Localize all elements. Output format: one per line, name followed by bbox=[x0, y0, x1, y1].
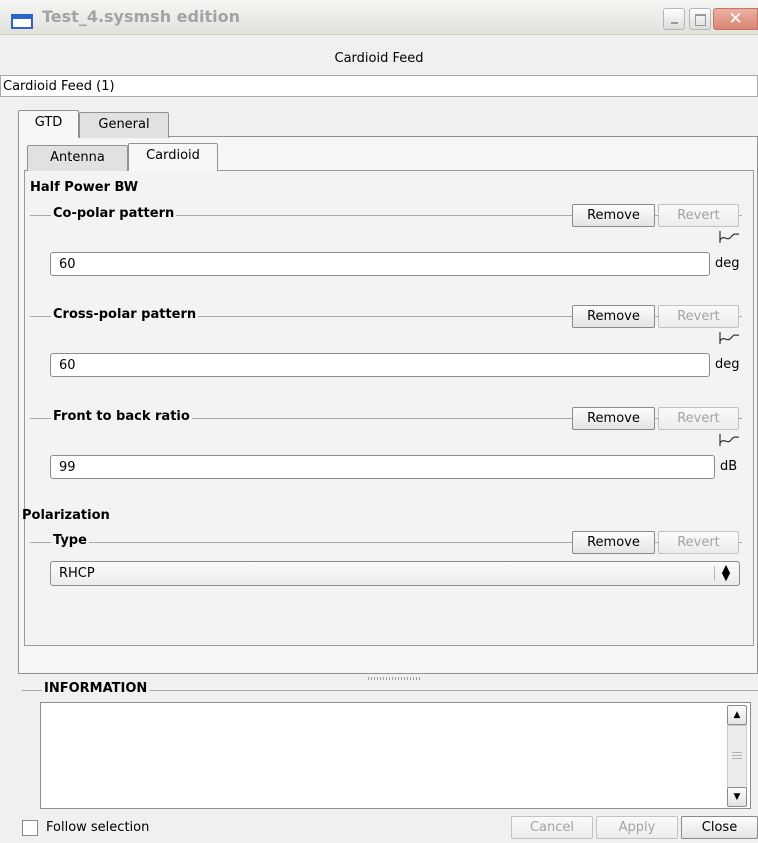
maximize-button[interactable] bbox=[689, 8, 711, 30]
co-polar-unit: deg bbox=[715, 256, 740, 271]
half-power-bw-title: Half Power BW bbox=[30, 180, 139, 195]
cross-polar-input[interactable]: 60 bbox=[50, 353, 710, 377]
type-remove-button[interactable]: Remove bbox=[572, 531, 655, 554]
co-polar-input[interactable]: 60 bbox=[50, 252, 710, 276]
arrow-up-icon: ▲ bbox=[733, 710, 741, 720]
tab-general[interactable]: General bbox=[79, 112, 169, 138]
follow-selection-checkbox[interactable] bbox=[22, 820, 38, 836]
window-title: Test_4.sysmsh edition bbox=[42, 7, 240, 26]
co-polar-label: Co-polar pattern bbox=[51, 206, 177, 221]
curve-icon[interactable] bbox=[718, 331, 740, 345]
cancel-button[interactable]: Cancel bbox=[511, 816, 593, 839]
scrollbar-thumb[interactable] bbox=[727, 725, 747, 790]
scroll-up-button[interactable]: ▲ bbox=[727, 705, 747, 725]
splitter-handle[interactable] bbox=[368, 677, 422, 680]
cross-polar-unit: deg bbox=[715, 357, 740, 372]
scroll-down-button[interactable]: ▼ bbox=[727, 787, 747, 807]
title-bar[interactable]: Test_4.sysmsh edition ✕ bbox=[0, 0, 758, 35]
cross-polar-label: Cross-polar pattern bbox=[51, 307, 199, 322]
minimize-button[interactable] bbox=[663, 8, 685, 30]
cross-polar-revert-button[interactable]: Revert bbox=[658, 305, 739, 328]
feed-header-title: Cardioid Feed bbox=[334, 51, 424, 66]
cross-polar-remove-button[interactable]: Remove bbox=[572, 305, 655, 328]
grip-line bbox=[732, 758, 742, 759]
grip-line bbox=[732, 752, 742, 753]
close-window-button[interactable]: ✕ bbox=[713, 8, 758, 30]
front-to-back-remove-button[interactable]: Remove bbox=[572, 407, 655, 430]
tab-antenna[interactable]: Antenna bbox=[27, 145, 128, 171]
curve-icon[interactable] bbox=[718, 230, 740, 244]
arrow-down-icon: ▼ bbox=[733, 792, 741, 802]
close-icon: ✕ bbox=[728, 9, 743, 29]
curve-icon[interactable] bbox=[718, 433, 740, 447]
polarization-type-select[interactable]: RHCP ▲ ▼ bbox=[50, 561, 740, 586]
close-button[interactable]: Close bbox=[681, 816, 758, 839]
tab-gtd[interactable]: GTD bbox=[18, 110, 79, 138]
minimize-icon bbox=[670, 22, 678, 24]
polarization-type-value: RHCP bbox=[59, 566, 95, 581]
type-label: Type bbox=[51, 533, 89, 548]
front-to-back-revert-button[interactable]: Revert bbox=[658, 407, 739, 430]
follow-selection-label: Follow selection bbox=[46, 820, 150, 835]
type-revert-button[interactable]: Revert bbox=[658, 531, 739, 554]
front-to-back-label: Front to back ratio bbox=[51, 409, 192, 424]
front-to-back-input[interactable]: 99 bbox=[50, 455, 715, 479]
co-polar-revert-button[interactable]: Revert bbox=[658, 204, 739, 227]
co-polar-remove-button[interactable]: Remove bbox=[572, 204, 655, 227]
maximize-icon bbox=[694, 14, 706, 26]
grip-line bbox=[732, 755, 742, 756]
feed-name-field[interactable]: Cardioid Feed (1) bbox=[0, 75, 758, 97]
information-textarea[interactable] bbox=[40, 702, 751, 809]
window-icon bbox=[11, 14, 33, 29]
front-to-back-unit: dB bbox=[720, 459, 738, 474]
information-title: INFORMATION bbox=[42, 681, 150, 696]
select-divider bbox=[714, 566, 715, 581]
polarization-title: Polarization bbox=[22, 508, 110, 523]
apply-button[interactable]: Apply bbox=[596, 816, 678, 839]
tab-cardioid[interactable]: Cardioid bbox=[128, 143, 218, 171]
updown-arrow-icon: ▲ ▼ bbox=[721, 562, 731, 583]
